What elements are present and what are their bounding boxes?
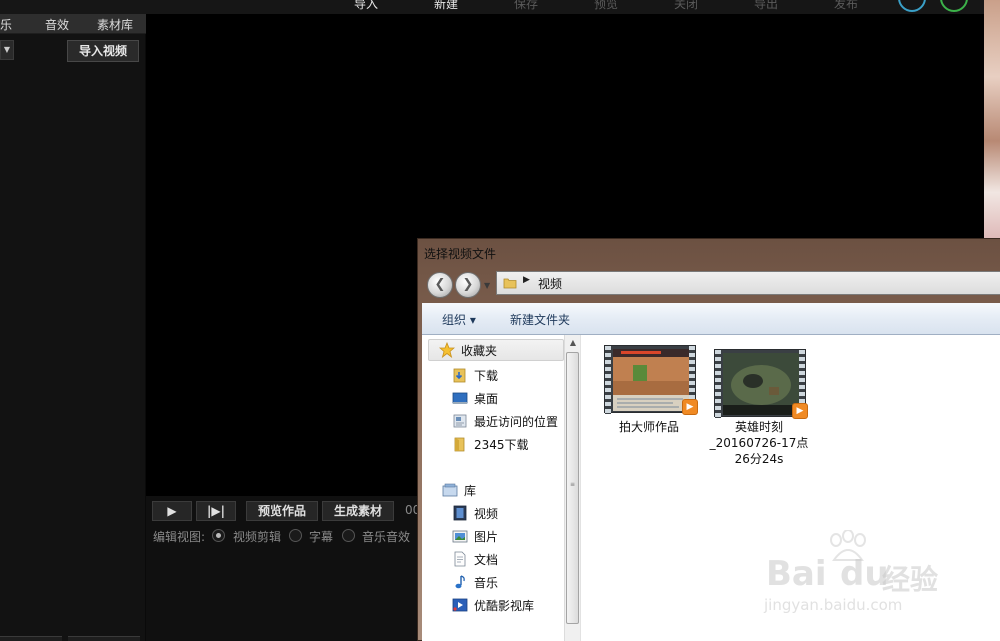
menu-close[interactable]: 关闭: [674, 0, 698, 12]
nav-item-label: 2345下载: [474, 438, 529, 452]
scrollbar-thumb[interactable]: ≡: [566, 352, 579, 624]
music-library-icon: [455, 575, 465, 589]
dialog-title: 选择视频文件: [424, 247, 497, 261]
navigation-row: ❮ ❯ ▼ ▶ 视频: [418, 269, 1000, 303]
step-button[interactable]: |▶|: [196, 501, 236, 521]
left-tab-bar: 乐 音效 素材库: [0, 14, 146, 34]
address-bar[interactable]: ▶ 视频: [496, 271, 1000, 295]
navigation-pane-scrollbar[interactable]: ▲ ≡: [564, 335, 580, 641]
menu-publish[interactable]: 发布: [834, 0, 858, 12]
nav-item-label: 视频: [474, 507, 499, 521]
nav-item-label: 文档: [474, 553, 499, 567]
bottom-button-left[interactable]: [0, 636, 62, 641]
tab-music[interactable]: 乐: [0, 16, 12, 33]
navigation-pane: 收藏夹 下载 桌面 最近访问的位置 2345下载 库 视频 图片 文档 音乐 优…: [422, 335, 568, 641]
recent-places-icon: [453, 414, 467, 428]
libraries-header-label: 库: [464, 484, 477, 498]
file-name[interactable]: 拍大师作品: [589, 419, 709, 435]
video-file-thumbnail[interactable]: ▶: [604, 345, 698, 415]
scroll-up-arrow-icon[interactable]: ▲: [565, 335, 581, 351]
edit-view-label: 编辑视图:: [153, 530, 206, 544]
download-folder-icon: [453, 368, 466, 383]
new-folder-button[interactable]: 新建文件夹: [510, 311, 570, 328]
menu-import[interactable]: 导入: [354, 0, 378, 12]
baidu-jingyan-watermark: Bai du 经验 jingyan.baidu.com: [762, 530, 962, 620]
desktop-icon: [452, 392, 468, 404]
radio-video-edit[interactable]: [212, 529, 225, 542]
documents-library-icon: [454, 551, 466, 567]
radio-music-effects-label: 音乐音效: [362, 530, 411, 544]
grip-icon: ≡: [570, 481, 576, 488]
nav-item-label: 优酷影视库: [474, 599, 535, 613]
radio-video-edit-label: 视频剪辑: [233, 530, 282, 544]
nav-item-label: 最近访问的位置: [474, 415, 559, 429]
radio-subtitle-label: 字幕: [309, 530, 334, 544]
forward-button[interactable]: ❯: [455, 272, 481, 298]
menu-preview[interactable]: 预览: [594, 0, 618, 12]
breadcrumb-arrow-icon[interactable]: ▶: [523, 275, 530, 285]
play-button[interactable]: ▶: [152, 501, 192, 521]
pictures-library-icon: [452, 530, 468, 543]
folder-icon: [454, 437, 465, 452]
file-name-line: 26分24s: [734, 452, 784, 466]
tab-asset-library[interactable]: 素材库: [97, 16, 133, 33]
game-screenshot-thumbnail: [613, 349, 689, 411]
watermark-url: jingyan.baidu.com: [764, 596, 903, 614]
libraries-header[interactable]: 库: [422, 479, 568, 501]
nav-item-videos[interactable]: 视频: [422, 502, 568, 524]
file-name-line: 英雄时刻: [734, 420, 783, 434]
app-top-menu-bar: 导入 新建 保存 预览 关闭 导出 发布: [0, 0, 984, 14]
nav-item-label: 下载: [474, 369, 499, 383]
nav-item-label: 图片: [474, 530, 499, 544]
game-screenshot-thumbnail: [723, 353, 799, 415]
play-icon: ▶: [792, 403, 808, 419]
nav-item-documents[interactable]: 文档: [422, 548, 568, 570]
favorites-header-label: 收藏夹: [461, 344, 498, 358]
back-button[interactable]: ❮: [427, 272, 453, 298]
watermark-suffix: 经验: [882, 563, 939, 596]
organize-menu-button[interactable]: 组织 ▾: [442, 311, 476, 328]
tab-sound-effects[interactable]: 音效: [45, 16, 69, 33]
nav-item-2345-downloads[interactable]: 2345下载: [422, 433, 568, 455]
radio-subtitle[interactable]: [289, 529, 302, 542]
help-round-button[interactable]: [898, 0, 926, 12]
menu-save[interactable]: 保存: [514, 0, 538, 12]
nav-item-label: 桌面: [474, 392, 499, 406]
chevron-down-icon[interactable]: ▼: [0, 40, 14, 60]
nav-item-label: 音乐: [474, 576, 499, 590]
radio-music-effects[interactable]: [342, 529, 355, 542]
left-media-panel: [0, 14, 146, 641]
history-dropdown-icon[interactable]: ▼: [484, 281, 490, 290]
breadcrumb-current-folder[interactable]: 视频: [538, 275, 562, 292]
file-name[interactable]: 英雄时刻 _20160726-17点 26分24s: [699, 419, 819, 467]
star-icon: [439, 342, 455, 358]
video-file-thumbnail[interactable]: ▶: [714, 349, 808, 419]
preview-work-button[interactable]: 预览作品: [246, 501, 318, 521]
videos-library-icon: [453, 505, 467, 521]
nav-item-youku-library[interactable]: 优酷影视库: [422, 594, 568, 616]
folder-icon: [503, 278, 517, 289]
import-video-button[interactable]: 导入视频: [67, 40, 139, 62]
favorites-header[interactable]: 收藏夹: [428, 339, 564, 361]
status-round-button[interactable]: [940, 0, 968, 12]
nav-item-desktop[interactable]: 桌面: [422, 387, 568, 409]
menu-new[interactable]: 新建: [434, 0, 458, 12]
nav-item-music[interactable]: 音乐: [422, 571, 568, 593]
dialog-toolbar: 组织 ▾ 新建文件夹: [422, 303, 1000, 335]
file-name-line: _20160726-17点: [709, 436, 809, 450]
menu-export[interactable]: 导出: [754, 0, 778, 12]
bottom-button-right[interactable]: [68, 636, 140, 641]
nav-item-downloads[interactable]: 下载: [422, 364, 568, 386]
youku-library-icon: [452, 598, 468, 612]
nav-item-pictures[interactable]: 图片: [422, 525, 568, 547]
play-icon: ▶: [682, 399, 698, 415]
library-icon: [442, 483, 458, 497]
nav-item-recent-places[interactable]: 最近访问的位置: [422, 410, 568, 432]
generate-asset-button[interactable]: 生成素材: [322, 501, 394, 521]
watermark-brand: Bai: [766, 554, 827, 594]
